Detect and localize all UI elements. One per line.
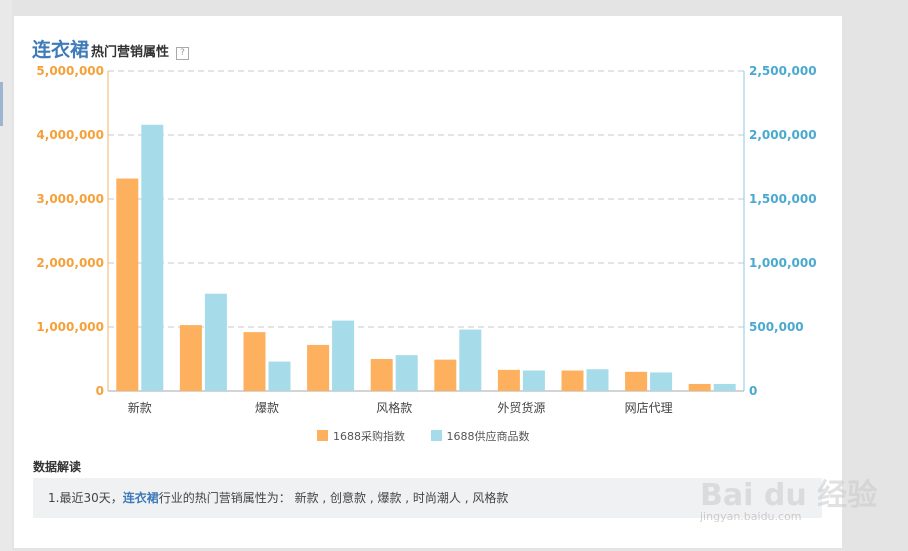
bar-purchase-index [497,369,520,391]
y-left-tick-label: 4,000,000 [36,128,104,142]
chart-axes [107,71,745,392]
y-left-tick-label: 5,000,000 [36,64,104,78]
y-right-tick-label: 2,500,000 [749,64,817,78]
analysis-prefix: 最近30天， [59,491,123,505]
legend-label-purchase: 1688采购指数 [333,430,405,443]
bar-supply-count [586,369,609,391]
y-left-tick-label: 0 [96,384,104,398]
analysis-text: 行业的热门营销属性为： 新款 , 创意款 , 爆款 , 时尚潮人 , 风格款 [158,491,509,505]
x-tick-label: 风格款 [376,400,412,415]
bar-purchase-index [434,359,457,391]
y-left-tick-label: 2,000,000 [36,256,104,270]
x-tick-label: 网店代理 [625,401,673,415]
x-tick-label: 新款 [128,400,152,415]
x-tick-label: 外贸货源 [497,400,545,415]
bar-supply-count [395,355,418,391]
y-left-tick-label: 1,000,000 [36,320,104,334]
bar-supply-count [650,372,673,391]
analysis-index: 1. [48,491,60,505]
bar-purchase-index [688,383,711,391]
baidu-watermark: Bai du 经验 jingyan.baidu.com [700,460,880,530]
y-right-tick-label: 0 [749,384,757,398]
chart-gridlines [108,70,744,328]
x-tick-label: 爆款 [255,401,279,415]
bar-supply-count [204,293,227,391]
y-right-tick-label: 500,000 [749,320,804,334]
bar-purchase-index [561,370,584,391]
y-right-tick-label: 1,000,000 [749,256,817,270]
legend-swatch-supply [430,430,442,441]
bar-purchase-index [179,325,202,391]
analysis-keyword-link[interactable]: 连衣裙 [123,491,159,505]
bar-supply-count [141,124,164,391]
y-right-tick-label: 1,500,000 [749,192,817,206]
legend-swatch-purchase [317,430,328,441]
bar-purchase-index [370,359,393,391]
bar-purchase-index [625,371,648,391]
watermark-logo: Bai du 经验 [700,478,878,513]
chart-bars [116,124,736,391]
legend-item-supply[interactable]: 1688供应商品数 [430,428,530,444]
chart-legend: 1688采购指数 1688供应商品数 [317,428,552,444]
legend-label-supply: 1688供应商品数 [446,430,530,443]
bar-purchase-index [116,178,139,391]
bar-supply-count [459,329,482,391]
bar-supply-count [332,320,355,391]
bar-supply-count [713,383,736,391]
bar-purchase-index [243,332,266,391]
bar-purchase-index [307,344,330,391]
y-right-tick-label: 2,000,000 [749,128,817,142]
analysis-heading: 数据解读 [33,460,82,474]
y-left-tick-label: 3,000,000 [36,192,104,206]
watermark-url: jingyan.baidu.com [700,510,802,523]
bar-supply-count [522,370,545,391]
legend-item-purchase[interactable]: 1688采购指数 [317,428,405,444]
bar-supply-count [268,361,291,391]
